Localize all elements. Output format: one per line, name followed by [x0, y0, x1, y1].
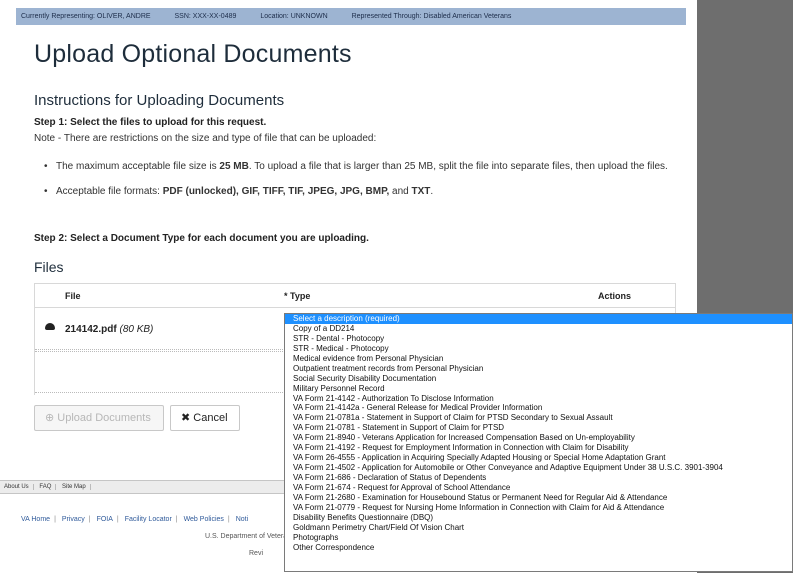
document-type-option[interactable]: Goldmann Perimetry Chart/Field Of Vision… [285, 523, 792, 533]
department-text: U.S. Department of Vetera [205, 533, 288, 540]
footer-link-web-policies[interactable]: Web Policies [184, 516, 224, 523]
document-type-option[interactable]: VA Form 21-4142a - General Release for M… [285, 403, 792, 413]
file-formats: PDF (unlocked), GIF, TIFF, TIF, JPEG, JP… [162, 186, 390, 197]
upload-documents-button[interactable]: ⊕ Upload Documents [34, 405, 164, 431]
document-type-option[interactable]: Outpatient treatment records from Person… [285, 364, 792, 374]
document-type-option[interactable]: VA Form 21-4192 - Request for Employment… [285, 443, 792, 453]
document-type-option[interactable]: Social Security Disability Documentation [285, 374, 792, 384]
document-type-option[interactable]: VA Form 21-674 - Request for Approval of… [285, 483, 792, 493]
document-type-option[interactable]: VA Form 21-0781a - Statement in Support … [285, 413, 792, 423]
document-type-option[interactable]: VA Form 21-0781 - Statement in Support o… [285, 423, 792, 433]
column-header-file: File [65, 291, 81, 301]
file-format-rule: Acceptable file formats: PDF (unlocked),… [44, 183, 674, 200]
instructions-heading: Instructions for Uploading Documents [34, 92, 285, 109]
document-type-option[interactable]: Other Correspondence [285, 543, 792, 553]
file-format-rule-pre: Acceptable file formats: [56, 186, 163, 197]
document-type-option[interactable]: Select a description (required) [285, 314, 792, 324]
footer-link-notices[interactable]: Noti [236, 516, 248, 523]
restrictions-list: The maximum acceptable file size is 25 M… [44, 158, 674, 208]
file-name: 214142.pdf (80 KB) [65, 324, 153, 335]
footer-link-facility-locator[interactable]: Facility Locator [125, 516, 172, 523]
file-format-last: TXT [411, 186, 431, 197]
document-type-option[interactable]: Medical evidence from Personal Physician [285, 354, 792, 364]
column-header-type: * Type [284, 291, 311, 301]
cancel-button[interactable]: ✖ Cancel [170, 405, 240, 431]
location-text: Location: UNKNOWN [260, 13, 328, 20]
document-type-option[interactable]: VA Form 21-4502 - Application for Automo… [285, 463, 792, 473]
file-size-rule: The maximum acceptable file size is 25 M… [44, 158, 674, 175]
document-type-option[interactable]: STR - Dental - Photocopy [285, 334, 792, 344]
file-size: (80 KB) [119, 324, 154, 335]
representation-bar: Currently Representing: OLIVER, ANDRE SS… [16, 8, 686, 25]
document-type-option[interactable]: VA Form 21-2680 - Examination for Houseb… [285, 493, 792, 503]
step-2-text: Step 2: Select a Document Type for each … [34, 233, 369, 244]
file-format-and: and [389, 186, 412, 197]
document-type-option[interactable]: VA Form 21-4142 - Authorization To Discl… [285, 394, 792, 404]
document-type-option[interactable]: VA Form 21-8940 - Veterans Application f… [285, 433, 792, 443]
document-type-option[interactable]: VA Form 21-686 - Declaration of Status o… [285, 473, 792, 483]
document-type-option[interactable]: VA Form 21-0779 - Request for Nursing Ho… [285, 503, 792, 513]
footer-link-va-home[interactable]: VA Home [21, 516, 50, 523]
restrictions-note: Note - There are restrictions on the siz… [34, 133, 377, 144]
footer-link-sitemap[interactable]: Site Map [58, 484, 91, 490]
document-type-option[interactable]: Military Personnel Record [285, 384, 792, 394]
footer-link-faq[interactable]: FAQ [35, 484, 57, 490]
document-type-option[interactable]: STR - Medical - Photocopy [285, 344, 792, 354]
document-type-option[interactable]: VA Form 26-4555 - Application in Acquiri… [285, 453, 792, 463]
revision-text: Revi [249, 550, 264, 557]
step-1-text: Step 1: Select the files to upload for t… [34, 117, 267, 128]
file-size-rule-pre: The maximum acceptable file size is [56, 161, 220, 172]
file-size-limit: 25 MB [219, 161, 249, 172]
footer-links: VA Home | Privacy | FOIA | Facility Locator… [21, 516, 249, 523]
file-format-end: . [430, 186, 434, 197]
document-type-option[interactable]: Copy of a DD214 [285, 324, 792, 334]
footer-link-foia[interactable]: FOIA [97, 516, 113, 523]
ssn-text: SSN: XXX-XX-0489 [174, 13, 237, 20]
footer-link-about[interactable]: About Us [0, 484, 34, 490]
column-header-actions: Actions [598, 291, 632, 301]
file-size-rule-post: . To upload a file that is larger than 2… [248, 161, 668, 172]
representing-text: Currently Representing: OLIVER, ANDRE [21, 13, 151, 20]
document-type-option[interactable]: Photographs [285, 533, 792, 543]
document-type-dropdown-list[interactable]: Select a description (required) Copy of a… [284, 313, 793, 572]
cloud-icon [45, 323, 55, 330]
page-title: Upload Optional Documents [34, 40, 352, 68]
file-name-text: 214142.pdf [65, 324, 117, 335]
files-heading: Files [34, 259, 64, 275]
document-type-option[interactable]: Disability Benefits Questionnaire (DBQ) [285, 513, 792, 523]
footer-link-privacy[interactable]: Privacy [62, 516, 85, 523]
represented-through-text: Represented Through: Disabled American V… [351, 13, 512, 20]
